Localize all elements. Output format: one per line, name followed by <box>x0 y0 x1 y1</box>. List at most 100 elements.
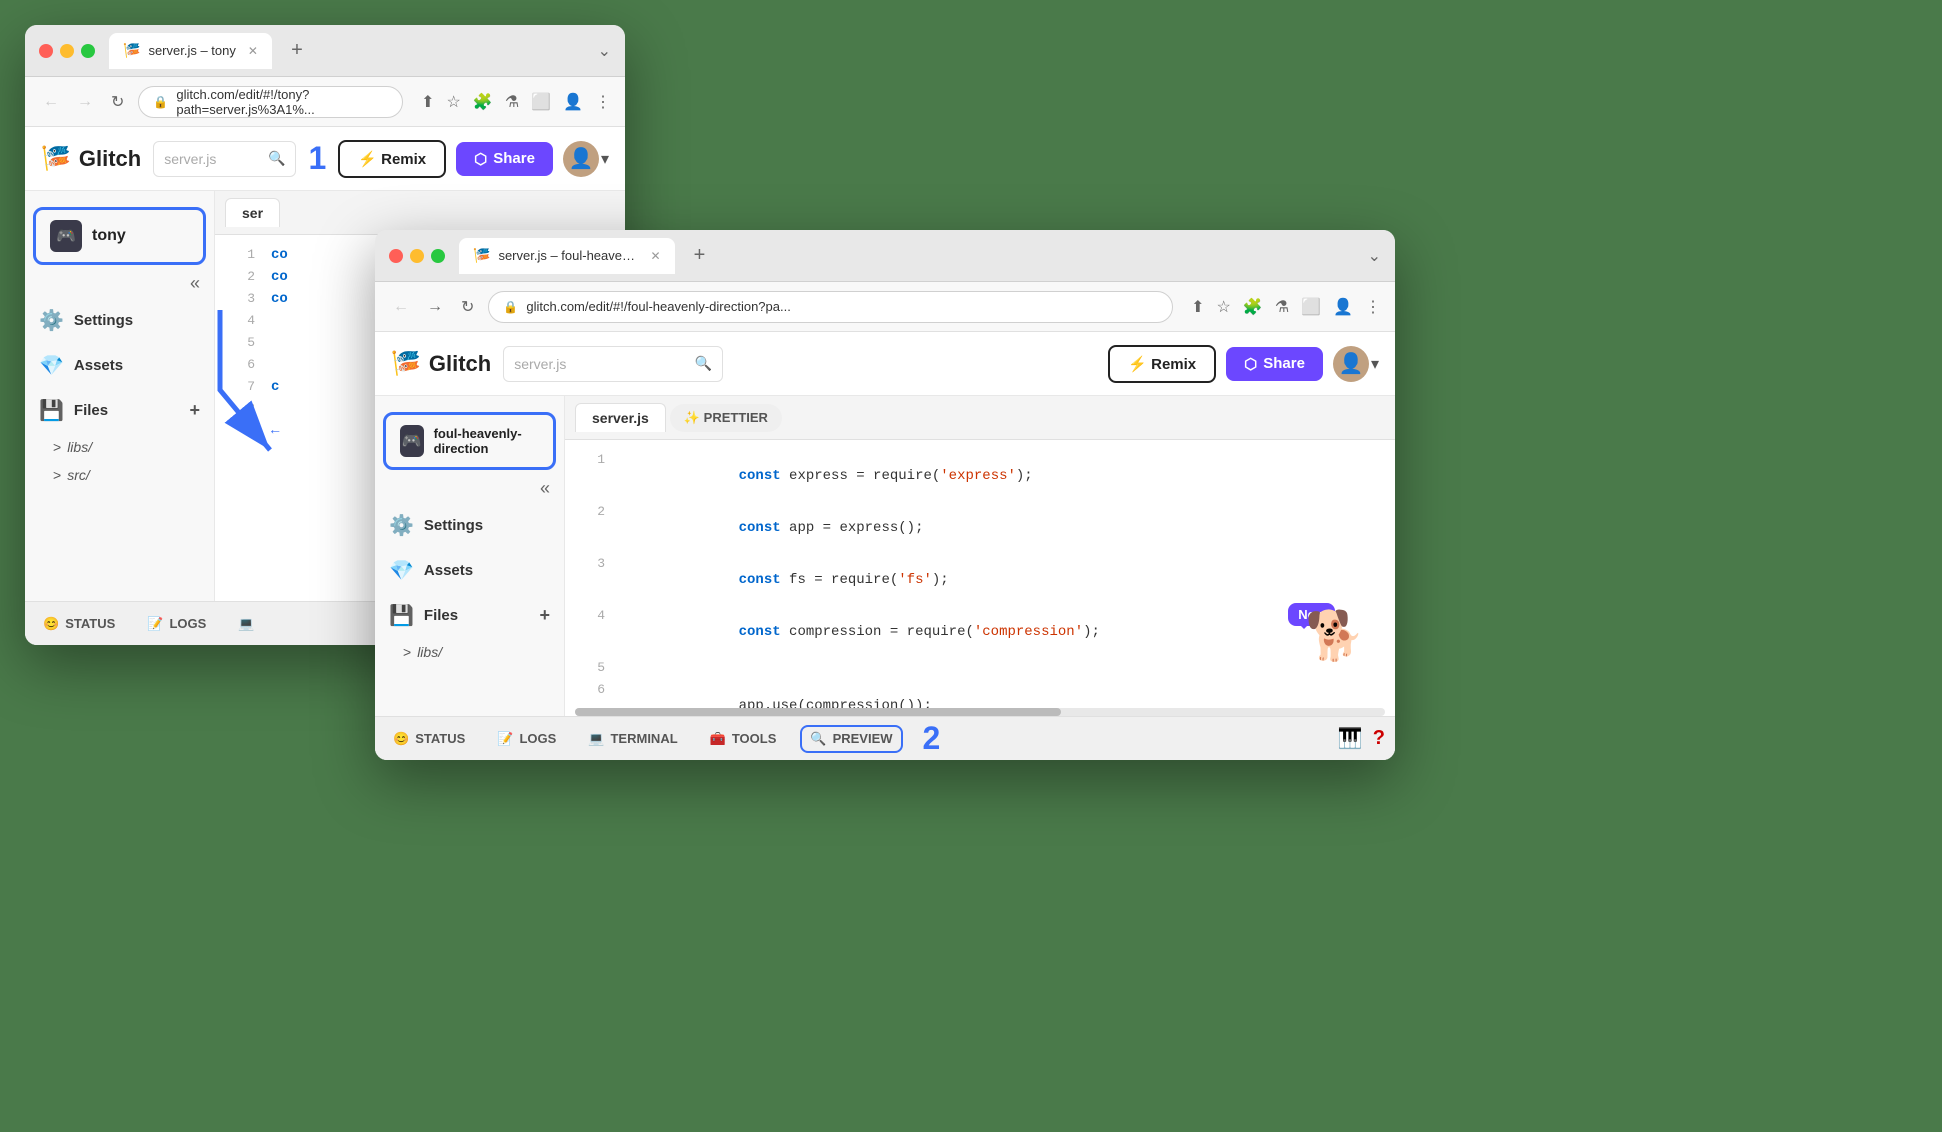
front-search-icon: 🔍 <box>695 355 712 372</box>
front-avatar-chevron: ▾ <box>1371 354 1379 374</box>
back-extensions-icon[interactable]: 🧩 <box>473 92 493 112</box>
front-line-num-3: 3 <box>575 556 605 571</box>
front-tools-btn[interactable]: 🧰 TOOLS <box>702 727 785 751</box>
front-num-badge-2: 2 <box>923 720 941 757</box>
front-share-icon[interactable]: ⬆ <box>1191 297 1204 317</box>
front-share-btn[interactable]: ⬡ Share <box>1226 347 1323 381</box>
front-help-icon[interactable]: ? <box>1373 727 1385 750</box>
back-file-libs-label: libs/ <box>67 439 92 455</box>
front-settings-label: Settings <box>424 517 483 534</box>
back-avatar-dropdown[interactable]: 👤 ▾ <box>563 141 609 177</box>
back-remix-btn[interactable]: ⚡ Remix <box>338 140 446 178</box>
front-nav-forward[interactable]: → <box>423 294 447 320</box>
front-scrollbar[interactable] <box>575 708 1385 716</box>
front-address-field[interactable]: 🔒 glitch.com/edit/#!/foul-heavenly-direc… <box>488 291 1173 323</box>
back-editor-tabs: ser <box>215 191 625 235</box>
front-terminal-btn[interactable]: 💻 TERMINAL <box>580 727 685 751</box>
back-project-icon: 🎮 <box>50 220 82 252</box>
back-title-bar-menu[interactable]: ⌄ <box>598 41 611 61</box>
back-sidebar-assets[interactable]: 💎 Assets <box>25 343 214 388</box>
back-editor-tab-serverjs[interactable]: ser <box>225 198 280 227</box>
front-code-text-4: const compression = require('compression… <box>621 608 1385 656</box>
front-collapse-btn[interactable]: « <box>375 474 564 503</box>
back-tab-close[interactable]: ✕ <box>248 44 258 58</box>
front-sidebar-settings[interactable]: ⚙️ Settings <box>375 503 564 548</box>
back-share-icon[interactable]: ⬆ <box>421 92 434 112</box>
front-editor-tab-serverjs[interactable]: server.js <box>575 403 666 432</box>
back-settings-icon: ⚙️ <box>39 308 64 333</box>
front-bookmark-icon[interactable]: ☆ <box>1217 297 1231 317</box>
back-num-badge-1: 1 <box>308 140 326 177</box>
front-remix-btn[interactable]: ⚡ Remix <box>1108 345 1216 383</box>
front-search-placeholder: server.js <box>514 356 566 372</box>
front-title-bar-menu[interactable]: ⌄ <box>1368 246 1381 266</box>
front-flask-icon[interactable]: ⚗ <box>1275 297 1289 317</box>
front-active-tab[interactable]: 🎏 server.js – foul-heavenly-direc ✕ <box>459 238 675 274</box>
front-nav-refresh[interactable]: ↻ <box>457 293 478 321</box>
front-tl-red[interactable] <box>389 249 403 263</box>
front-file-libs-label: libs/ <box>417 644 442 660</box>
front-code-text-6: app.use(compression()); <box>621 682 1385 708</box>
back-terminal-btn[interactable]: 💻 <box>230 612 262 636</box>
back-tab-icon: 🎏 <box>123 42 140 59</box>
front-search-box[interactable]: server.js 🔍 <box>503 346 723 382</box>
front-profile-icon[interactable]: 👤 <box>1333 297 1353 317</box>
front-status-btn[interactable]: 😊 STATUS <box>385 727 473 751</box>
front-code-area: server.js ✨ PRETTIER 1 const express = r… <box>565 396 1395 716</box>
front-file-libs[interactable]: > libs/ <box>375 638 564 666</box>
front-tl-yellow[interactable] <box>410 249 424 263</box>
front-tl-green[interactable] <box>431 249 445 263</box>
front-header-actions: ⚡ Remix ⬡ Share 👤 ▾ <box>1108 345 1379 383</box>
back-tl-yellow[interactable] <box>60 44 74 58</box>
back-collapse-btn[interactable]: « <box>176 269 214 298</box>
back-active-tab[interactable]: 🎏 server.js – tony ✕ <box>109 33 272 69</box>
back-profile-icon[interactable]: 👤 <box>563 92 583 112</box>
back-share-btn[interactable]: ⬡ Share <box>456 142 553 176</box>
front-logs-btn[interactable]: 📝 LOGS <box>489 727 564 751</box>
back-tl-red[interactable] <box>39 44 53 58</box>
back-address-field[interactable]: 🔒 glitch.com/edit/#!/tony?path=server.js… <box>138 86 403 118</box>
back-file-libs[interactable]: > libs/ <box>25 433 214 461</box>
front-avatar-dropdown[interactable]: 👤 ▾ <box>1333 346 1379 382</box>
back-line-num-3: 3 <box>225 291 255 306</box>
back-logs-btn[interactable]: 📝 LOGS <box>139 612 214 636</box>
front-extensions-icon[interactable]: 🧩 <box>1243 297 1263 317</box>
front-preview-btn[interactable]: 🔍 PREVIEW <box>800 725 902 753</box>
back-bookmark-icon[interactable]: ☆ <box>447 92 461 112</box>
front-nav-back[interactable]: ← <box>389 294 413 320</box>
front-add-file-btn[interactable]: + <box>539 605 550 626</box>
back-status-btn[interactable]: 😊 STATUS <box>35 612 123 636</box>
back-logs-label: LOGS <box>169 616 206 631</box>
back-menu-icon[interactable]: ⋮ <box>595 92 611 112</box>
back-sidebar-icon[interactable]: ⬜ <box>531 92 551 112</box>
front-browser-window: 🎏 server.js – foul-heavenly-direc ✕ + ⌄ … <box>375 230 1395 760</box>
front-editor-tab-prettier[interactable]: ✨ PRETTIER <box>670 404 782 432</box>
front-sidebar-files[interactable]: 💾 Files + <box>375 593 564 638</box>
front-menu-icon[interactable]: ⋮ <box>1365 297 1381 317</box>
back-tl-green[interactable] <box>81 44 95 58</box>
back-nav-refresh[interactable]: ↻ <box>107 88 128 116</box>
front-sidebar-icon[interactable]: ⬜ <box>1301 297 1321 317</box>
back-new-tab-btn[interactable]: + <box>282 36 312 66</box>
back-flask-icon[interactable]: ⚗ <box>505 92 519 112</box>
front-project-name[interactable]: 🎮 foul-heavenly-direction <box>386 415 553 467</box>
front-file-libs-chevron: > <box>403 644 411 660</box>
front-new-tab-btn[interactable]: + <box>685 241 715 271</box>
back-search-box[interactable]: server.js 🔍 <box>153 141 296 177</box>
back-project-name[interactable]: 🎮 tony <box>36 210 203 262</box>
front-logo-text: Glitch <box>429 351 491 377</box>
front-tab-close[interactable]: ✕ <box>650 249 660 263</box>
front-piano-icon[interactable]: 🎹 <box>1338 726 1363 751</box>
back-header-actions: ⚡ Remix ⬡ Share 👤 ▾ <box>338 140 609 178</box>
back-add-file-btn[interactable]: + <box>189 400 200 421</box>
back-sidebar-files[interactable]: 💾 Files + <box>25 388 214 433</box>
back-file-src[interactable]: > src/ <box>25 461 214 489</box>
front-line-num-5: 5 <box>575 660 605 675</box>
back-line-num-7: 7 <box>225 379 255 394</box>
back-nav-back[interactable]: ← <box>39 89 63 115</box>
front-sidebar-assets[interactable]: 💎 Assets <box>375 548 564 593</box>
back-project-highlight: 🎮 tony <box>33 207 206 265</box>
back-sidebar-settings[interactable]: ⚙️ Settings <box>25 298 214 343</box>
back-file-libs-chevron: > <box>53 439 61 455</box>
back-nav-forward[interactable]: → <box>73 89 97 115</box>
